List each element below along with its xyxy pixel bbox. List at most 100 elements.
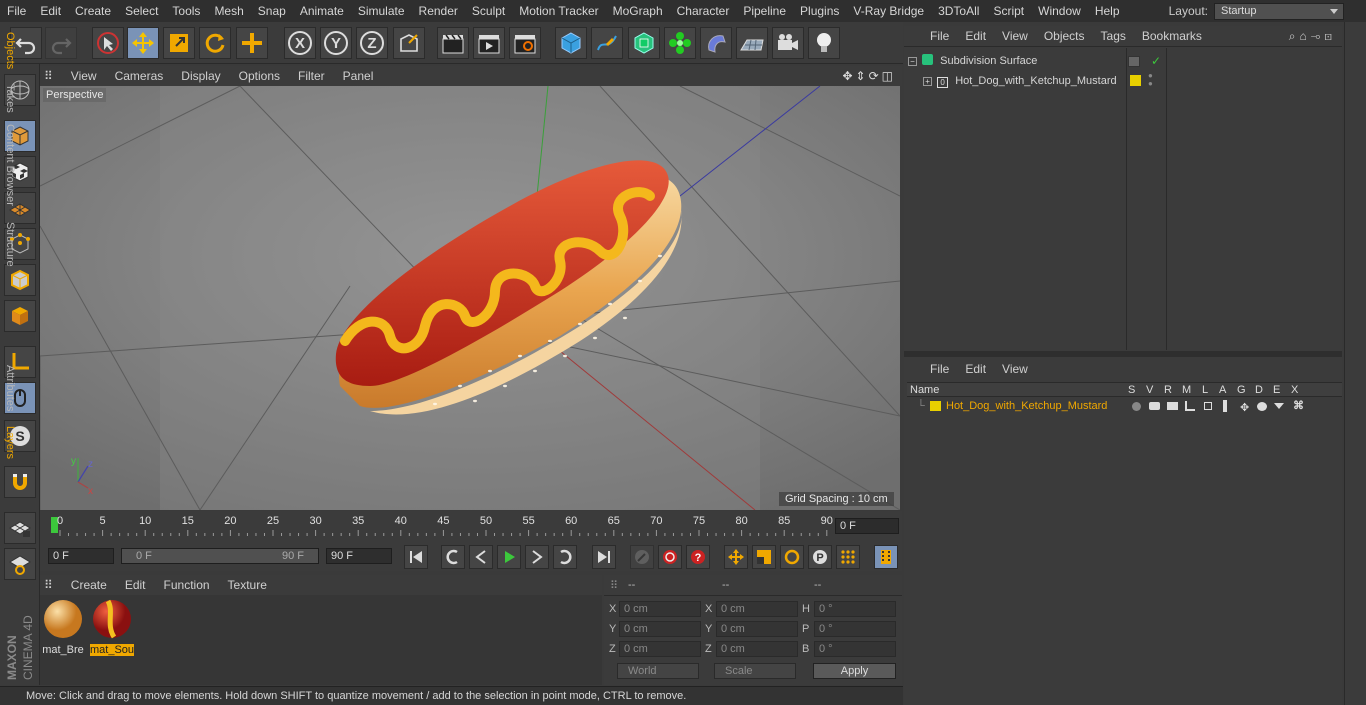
cloner-button[interactable] [664, 27, 696, 59]
layer-col-solo[interactable]: S [1128, 384, 1135, 396]
menu-window[interactable]: Window [1031, 4, 1088, 18]
menu-animate[interactable]: Animate [293, 4, 351, 18]
current-frame-field[interactable]: 0 F [835, 518, 899, 534]
viewport-nav-icons[interactable]: ✥⇕⟳◫ [842, 69, 902, 83]
rotate-tool-button[interactable] [199, 27, 231, 59]
autokey-button[interactable] [658, 545, 682, 569]
layer-col-generators[interactable]: G [1237, 384, 1246, 396]
menu-snap[interactable]: Snap [251, 4, 293, 18]
coord-size-y-field[interactable]: 0 cm [716, 621, 798, 637]
planar-workplane-button[interactable] [4, 548, 36, 580]
viewport-menu-panel[interactable]: Panel [334, 69, 383, 83]
layer-col-render[interactable]: R [1164, 384, 1172, 396]
viewport-menu-cameras[interactable]: Cameras [106, 69, 173, 83]
tab-content-browser[interactable]: Content Browser [4, 124, 16, 206]
layer-render-clapboard-icon[interactable] [1167, 402, 1178, 410]
material-thumbnail[interactable]: mat_Bre [41, 599, 85, 656]
key-scale-button[interactable] [752, 545, 776, 569]
viewport-menu-options[interactable]: Options [230, 69, 289, 83]
layer-expression-icon[interactable] [1274, 403, 1284, 414]
subdivision-button[interactable] [628, 27, 660, 59]
layer-menu-view[interactable]: View [994, 362, 1036, 376]
material-menu-create[interactable]: Create [62, 578, 116, 592]
menu-create[interactable]: Create [68, 4, 118, 18]
object-menu-view[interactable]: View [994, 29, 1036, 43]
apply-button[interactable]: Apply [813, 663, 896, 679]
key-rotation-button[interactable] [780, 545, 804, 569]
menu-plugins[interactable]: Plugins [793, 4, 846, 18]
layer-solo-dot-icon[interactable] [1132, 402, 1141, 411]
menu-motion-tracker[interactable]: Motion Tracker [512, 4, 605, 18]
layer-lock-icon[interactable] [1204, 402, 1212, 410]
polygons-mode-button[interactable] [4, 300, 36, 332]
menu-help[interactable]: Help [1088, 4, 1127, 18]
viewport-menu-view[interactable]: View [62, 69, 106, 83]
coordinate-system-button[interactable] [393, 27, 425, 59]
object-row[interactable]: − Subdivision Surface ✓ [908, 52, 1328, 70]
render-settings-button[interactable] [509, 27, 541, 59]
layer-view-eye-icon[interactable] [1149, 402, 1160, 410]
layer-col-expressions[interactable]: E [1273, 384, 1280, 396]
cube-primitive-button[interactable] [555, 27, 587, 59]
floor-button[interactable] [736, 27, 768, 59]
material-menu-texture[interactable]: Texture [219, 578, 276, 592]
recent-tool-button[interactable] [236, 27, 268, 59]
play-button[interactable] [497, 545, 521, 569]
object-manager-nav-icons[interactable]: ⌕⌂⊸⊡ [1289, 29, 1342, 44]
layer-col-xref[interactable]: X [1291, 384, 1298, 396]
menu-file[interactable]: File [0, 4, 33, 18]
menu-render[interactable]: Render [412, 4, 465, 18]
scale-tool-button[interactable] [163, 27, 195, 59]
layer-col-manager[interactable]: M [1182, 384, 1191, 396]
camera-button[interactable] [772, 27, 804, 59]
layer-row[interactable]: └ Hot_Dog_with_Ketchup_Mustard ✥ ⌘ [907, 398, 1342, 414]
layer-color-swatch[interactable] [1130, 75, 1141, 86]
live-selection-button[interactable] [92, 27, 124, 59]
object-menu-edit[interactable]: Edit [957, 29, 994, 43]
viewport-menu-filter[interactable]: Filter [289, 69, 334, 83]
key-pla-button[interactable] [836, 545, 860, 569]
coord-system-dropdown[interactable]: World [617, 663, 699, 679]
timeline-window-button[interactable] [874, 545, 898, 569]
3d-viewport[interactable]: y z x [40, 86, 900, 510]
layer-col-animation[interactable]: A [1219, 384, 1226, 396]
object-menu-objects[interactable]: Objects [1036, 29, 1093, 43]
layer-col-deformers[interactable]: D [1255, 384, 1263, 396]
previous-key-button[interactable] [441, 545, 465, 569]
magnet-button[interactable] [4, 466, 36, 498]
axis-z-button[interactable]: Z [356, 27, 388, 59]
menu-tools[interactable]: Tools [165, 4, 207, 18]
menu-simulate[interactable]: Simulate [351, 4, 412, 18]
deformer-button[interactable] [700, 27, 732, 59]
coord-size-x-field[interactable]: 0 cm [716, 601, 798, 617]
coord-pos-z-field[interactable]: 0 cm [619, 641, 701, 657]
menu-sculpt[interactable]: Sculpt [465, 4, 512, 18]
record-keys-button[interactable] [630, 545, 654, 569]
tab-takes[interactable]: Takes [4, 84, 16, 113]
menu-edit[interactable]: Edit [33, 4, 68, 18]
viewport-menu-display[interactable]: Display [172, 69, 229, 83]
locked-workplane-button[interactable] [4, 512, 36, 544]
material-menu-function[interactable]: Function [155, 578, 219, 592]
layer-color-swatch[interactable] [930, 401, 941, 411]
menu-mesh[interactable]: Mesh [207, 4, 250, 18]
coord-pos-x-field[interactable]: 0 cm [619, 601, 701, 617]
redo-button[interactable] [45, 27, 77, 59]
object-row[interactable]: + 0 Hot_Dog_with_Ketchup_Mustard ● ● [908, 72, 1328, 90]
go-to-start-button[interactable] [404, 545, 428, 569]
key-position-button[interactable] [724, 545, 748, 569]
layout-dropdown[interactable]: Startup [1214, 2, 1344, 20]
layer-menu-file[interactable]: File [922, 362, 957, 376]
visibility-dots-icon[interactable]: ● ● [1148, 72, 1153, 88]
render-view-button[interactable] [437, 27, 469, 59]
object-menu-bookmarks[interactable]: Bookmarks [1134, 29, 1210, 43]
coord-size-z-field[interactable]: 0 cm [716, 641, 798, 657]
menu-vray-bridge[interactable]: V-Ray Bridge [846, 4, 931, 18]
object-menu-tags[interactable]: Tags [1093, 29, 1134, 43]
layer-xref-icon[interactable]: ⌘ [1293, 398, 1304, 414]
axis-y-button[interactable]: Y [320, 27, 352, 59]
layer-menu-edit[interactable]: Edit [957, 362, 994, 376]
material-thumbnail[interactable]: mat_Sou [90, 599, 134, 656]
menu-3dtoall[interactable]: 3DToAll [931, 4, 986, 18]
tab-structure[interactable]: Structure [4, 222, 16, 267]
